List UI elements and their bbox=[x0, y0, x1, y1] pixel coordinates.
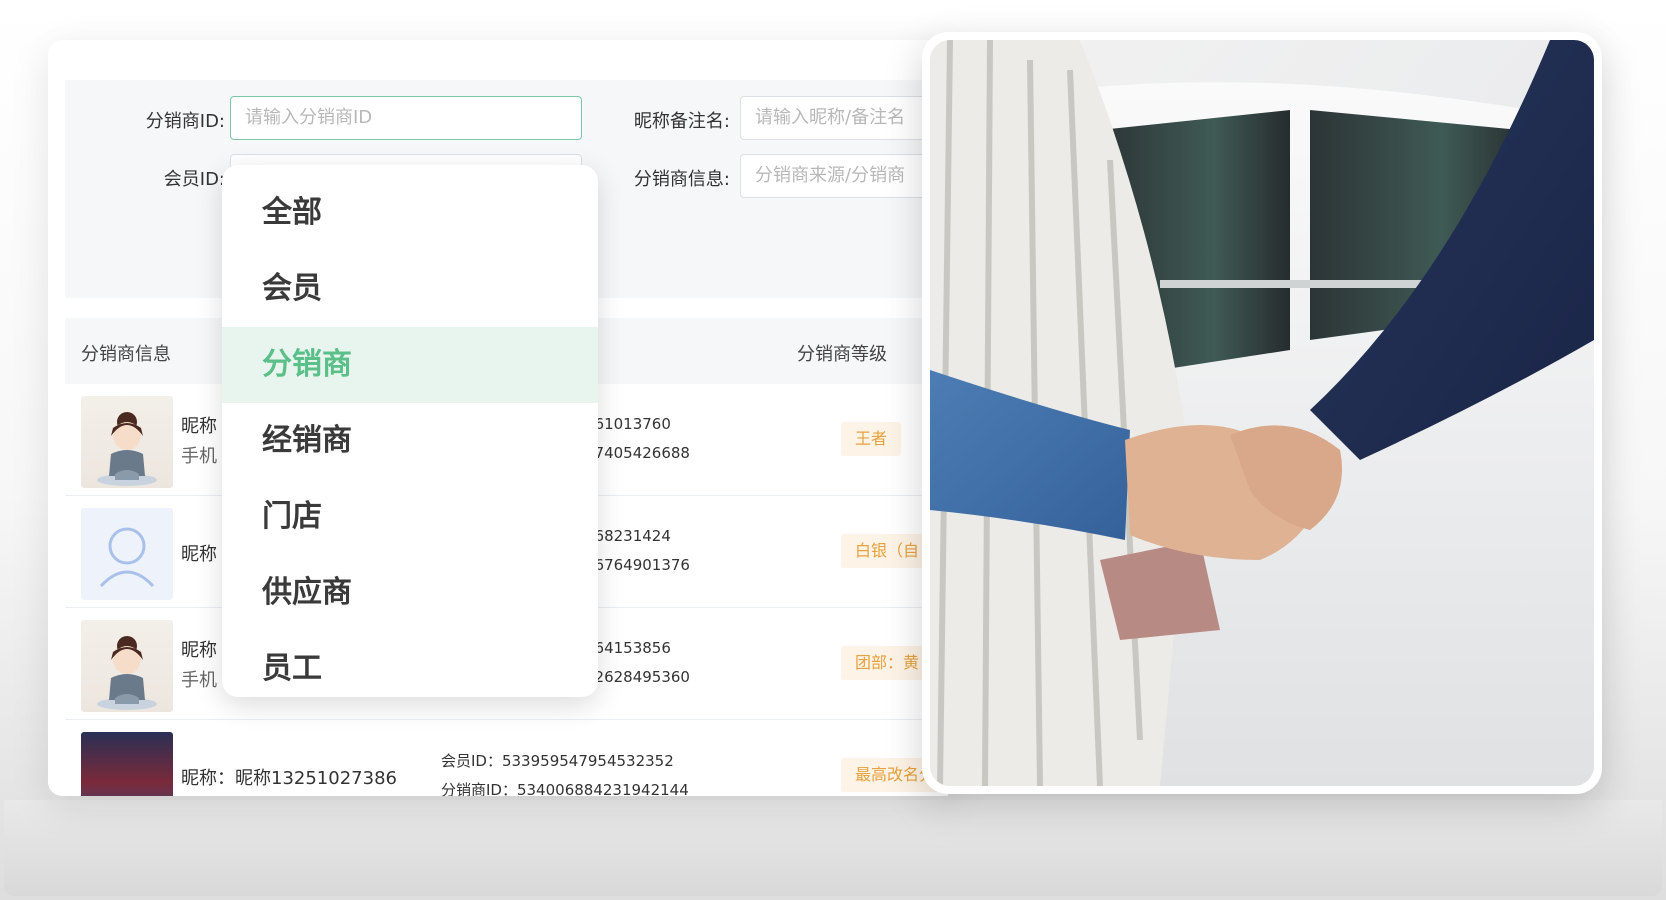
avatar bbox=[81, 508, 173, 600]
column-header-info: 分销商信息 bbox=[81, 344, 171, 365]
dropdown-option-dealer[interactable]: 经销商 bbox=[222, 403, 598, 479]
dropdown-option-distributor[interactable]: 分销商 bbox=[222, 327, 598, 403]
distributor-id-input[interactable]: 请输入分销商ID bbox=[230, 96, 582, 140]
dropdown-option-supplier[interactable]: 供应商 bbox=[222, 555, 598, 631]
nickname-text: 昵称 bbox=[181, 544, 217, 565]
dropdown-option-all[interactable]: 全部 bbox=[222, 175, 598, 251]
dropdown-option-staff[interactable]: 员工 bbox=[222, 631, 598, 707]
dropdown-option-member[interactable]: 会员 bbox=[222, 251, 598, 327]
member-id-label: 会员ID: bbox=[163, 169, 225, 190]
user-icon bbox=[99, 527, 155, 588]
distributor-id-value: 52628495360 bbox=[585, 668, 690, 686]
handshake-photo-card bbox=[922, 32, 1602, 794]
distributor-id-label: 分销商ID: bbox=[145, 111, 225, 132]
distributor-id-value: 分销商ID：534006884231942144 bbox=[441, 781, 689, 796]
member-id-value: 会员ID：533959547954532352 bbox=[441, 752, 674, 770]
nickname-label: 昵称备注名: bbox=[633, 111, 730, 132]
distributor-id-value: 76764901376 bbox=[585, 556, 690, 574]
level-badge: 王者 bbox=[841, 422, 902, 456]
dropdown-option-store[interactable]: 门店 bbox=[222, 479, 598, 555]
level-badge: 团部：黄 bbox=[841, 646, 934, 680]
column-header-level: 分销商等级 bbox=[797, 344, 887, 365]
phone-text: 手机 bbox=[181, 446, 217, 467]
phone-text: 手机 bbox=[181, 670, 217, 691]
distributor-id-value: 27405426688 bbox=[585, 444, 690, 462]
member-type-dropdown: 全部 会员 分销商 经销商 门店 供应商 员工 bbox=[222, 165, 598, 697]
handshake-photo bbox=[930, 40, 1594, 786]
backdrop-shadow bbox=[4, 800, 1662, 896]
avatar bbox=[81, 732, 173, 796]
avatar bbox=[81, 620, 173, 712]
nickname-input[interactable]: 请输入昵称/备注名 bbox=[740, 96, 948, 140]
level-badge: 白银（自 bbox=[841, 534, 934, 568]
avatar bbox=[81, 396, 173, 488]
distributor-info-input[interactable]: 分销商来源/分销商 bbox=[740, 154, 948, 198]
table-row: 昵称：昵称13251027386 会员ID：533959547954532352… bbox=[65, 720, 948, 796]
nickname-text: 昵称：昵称13251027386 bbox=[181, 768, 397, 789]
nickname-text: 昵称 bbox=[181, 416, 217, 437]
nickname-text: 昵称 bbox=[181, 640, 217, 661]
